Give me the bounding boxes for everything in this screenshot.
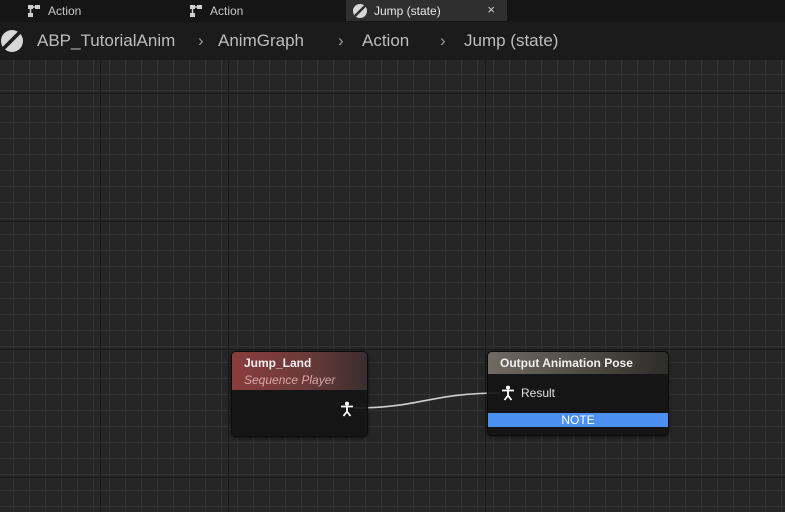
- breadcrumb-item-animgraph[interactable]: AnimGraph: [218, 31, 304, 51]
- result-pin-label: Result: [521, 386, 556, 400]
- anim-blueprint-icon: [1, 30, 23, 52]
- state-machine-icon: [190, 4, 202, 17]
- tab-action-1[interactable]: Action: [26, 0, 176, 21]
- pose-pin-icon[interactable]: [339, 401, 355, 417]
- note-bar[interactable]: NOTE: [488, 413, 668, 427]
- node-title: Jump_Land: [244, 356, 312, 370]
- breadcrumb-item-action[interactable]: Action: [362, 31, 409, 51]
- output-pose-node[interactable]: Output Animation Pose Result NOTE: [487, 351, 669, 436]
- grid-line: [0, 349, 785, 350]
- grid-line: [0, 221, 785, 222]
- breadcrumb-item-abp[interactable]: ABP_TutorialAnim: [37, 31, 175, 51]
- tab-label: Action: [210, 3, 244, 18]
- document-tab-bar: Action Action Jump (state) ×: [0, 0, 785, 22]
- sequence-player-node[interactable]: Jump_Land Sequence Player: [231, 351, 368, 437]
- state-machine-icon: [28, 4, 40, 17]
- grid-line: [0, 477, 785, 478]
- grid-line: [100, 60, 101, 512]
- tab-label: Action: [48, 3, 82, 18]
- node-header: Jump_Land Sequence Player: [232, 352, 367, 390]
- pose-pin-icon[interactable]: [500, 385, 516, 401]
- tab-jump-state[interactable]: Jump (state) ×: [346, 0, 507, 21]
- grid-line: [228, 60, 229, 512]
- node-title: Output Animation Pose: [500, 356, 633, 370]
- node-subtitle: Sequence Player: [244, 373, 336, 387]
- breadcrumb: ABP_TutorialAnim › AnimGraph › Action › …: [0, 22, 785, 60]
- breadcrumb-separator: ›: [338, 31, 344, 50]
- tab-action-2[interactable]: Action: [188, 0, 338, 21]
- anim-graph-editor: Action Action Jump (state) × ABP_Tutoria…: [0, 0, 785, 512]
- breadcrumb-separator: ›: [198, 31, 204, 50]
- breadcrumb-separator: ›: [440, 31, 446, 50]
- anim-state-icon: [353, 3, 367, 18]
- node-header: Output Animation Pose: [488, 352, 668, 374]
- breadcrumb-item-jump-state[interactable]: Jump (state): [464, 31, 558, 51]
- grid-line: [0, 93, 785, 94]
- tab-label: Jump (state): [374, 3, 441, 18]
- graph-canvas[interactable]: [0, 60, 785, 512]
- close-icon[interactable]: ×: [487, 2, 495, 17]
- grid-line: [485, 60, 486, 512]
